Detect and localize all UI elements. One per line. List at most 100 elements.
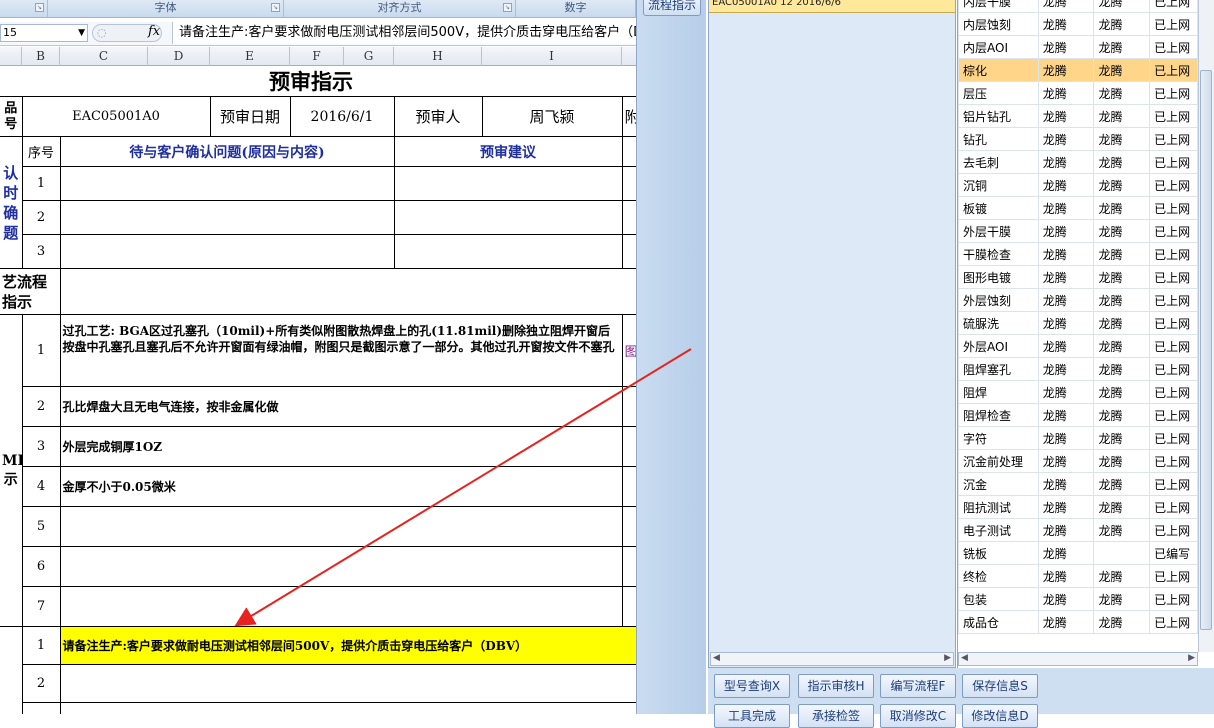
confirm-question-cell[interactable] xyxy=(59,166,395,201)
process-row[interactable]: 内层干膜 龙腾 龙腾 已上网 xyxy=(958,0,1198,13)
status-cell[interactable]: 已上网 xyxy=(1149,81,1198,105)
model-query-button[interactable]: 型号查询X xyxy=(714,674,790,698)
status-cell[interactable]: 已上网 xyxy=(1149,35,1198,59)
factory-cell[interactable]: 龙腾 xyxy=(1037,587,1095,611)
process-row[interactable]: 内层AOI 龙腾 龙腾 已上网 xyxy=(958,35,1198,59)
factory-cell[interactable]: 龙腾 xyxy=(1037,518,1095,542)
chevron-down-icon[interactable]: ▼ xyxy=(78,25,85,41)
mi-row-text[interactable] xyxy=(59,546,623,587)
dialog-launcher-icon[interactable]: ↘ xyxy=(271,3,280,12)
process-row[interactable]: 成品仓 龙腾 龙腾 已上网 xyxy=(958,610,1198,634)
process-row[interactable]: 外层AOI 龙腾 龙腾 已上网 xyxy=(958,334,1198,358)
note-row-text[interactable] xyxy=(59,702,636,714)
status-cell[interactable]: 已上网 xyxy=(1149,219,1198,243)
process-name-cell[interactable]: 层压 xyxy=(958,81,1039,105)
column-header[interactable]: C xyxy=(60,47,148,66)
status-cell[interactable]: 已上网 xyxy=(1149,127,1198,151)
factory-cell[interactable]: 龙腾 xyxy=(1037,334,1095,358)
factory-cell[interactable]: 龙腾 xyxy=(1037,104,1095,128)
factory2-cell[interactable]: 龙腾 xyxy=(1093,610,1151,634)
factory-cell[interactable]: 龙腾 xyxy=(1037,403,1095,427)
process-row[interactable]: 阻焊检查 龙腾 龙腾 已上网 xyxy=(958,403,1198,427)
factory2-cell[interactable]: 龙腾 xyxy=(1093,104,1151,128)
status-cell[interactable]: 已上网 xyxy=(1149,564,1198,588)
factory2-cell[interactable]: 龙腾 xyxy=(1093,403,1151,427)
status-cell[interactable]: 已上网 xyxy=(1149,288,1198,312)
factory-cell[interactable]: 龙腾 xyxy=(1037,81,1095,105)
factory2-cell[interactable]: 龙腾 xyxy=(1093,357,1151,381)
mi-row-text[interactable]: 过孔工艺: BGA区过孔塞孔（10mil)+所有类似附图散热焊盘上的孔(11.8… xyxy=(59,314,623,387)
process-name-cell[interactable]: 内层蚀刻 xyxy=(958,12,1039,36)
horizontal-scrollbar[interactable]: ◀ ▶ xyxy=(958,652,1198,666)
process-name-cell[interactable]: 阻抗测试 xyxy=(958,495,1039,519)
note-row-seq[interactable]: 1 xyxy=(21,626,61,665)
factory-cell[interactable]: 龙腾 xyxy=(1037,380,1095,404)
process-name-cell[interactable]: 沉铜 xyxy=(958,173,1039,197)
attachment-label[interactable]: 附 xyxy=(621,96,636,137)
factory-cell[interactable]: 龙腾 xyxy=(1037,219,1095,243)
factory-cell[interactable]: 龙腾 xyxy=(1037,127,1095,151)
mi-row-text[interactable]: 孔比焊盘大且无电气连接，按非金属化做 xyxy=(59,386,623,427)
process-name-cell[interactable]: 阻焊 xyxy=(958,380,1039,404)
mi-row-seq[interactable]: 6 xyxy=(21,546,61,587)
factory2-cell[interactable]: 龙腾 xyxy=(1093,58,1151,82)
column-header[interactable]: G xyxy=(344,47,394,66)
status-cell[interactable]: 已上网 xyxy=(1149,196,1198,220)
arrow-right-icon[interactable]: ▶ xyxy=(1188,653,1195,663)
factory2-cell[interactable]: 龙腾 xyxy=(1093,472,1151,496)
status-cell[interactable]: 已上网 xyxy=(1149,610,1198,634)
process-row[interactable]: 铝片钻孔 龙腾 龙腾 已上网 xyxy=(958,104,1198,128)
factory2-cell[interactable]: 龙腾 xyxy=(1093,288,1151,312)
process-name-cell[interactable]: 内层干膜 xyxy=(958,0,1039,13)
factory-cell[interactable]: 龙腾 xyxy=(1037,610,1095,634)
tool-complete-button[interactable]: 工具完成 xyxy=(714,704,790,728)
note-row-text-highlighted[interactable]: 请备注生产:客户要求做耐电压测试相邻层间500V，提供介质击穿电压给客户（DBV… xyxy=(59,626,636,665)
factory2-cell[interactable]: 龙腾 xyxy=(1093,150,1151,174)
factory-cell[interactable]: 龙腾 xyxy=(1037,150,1095,174)
factory2-cell[interactable]: 龙腾 xyxy=(1093,127,1151,151)
mi-row-seq[interactable]: 5 xyxy=(21,506,61,547)
arrow-right-icon[interactable]: ▶ xyxy=(944,653,951,663)
cell[interactable] xyxy=(621,506,636,547)
mi-row-seq[interactable]: 7 xyxy=(21,586,61,627)
process-name-cell[interactable]: 电子测试 xyxy=(958,518,1039,542)
note-row-seq[interactable]: 2 xyxy=(21,664,61,703)
factory-cell[interactable]: 龙腾 xyxy=(1037,242,1095,266)
factory-cell[interactable]: 龙腾 xyxy=(1037,58,1095,82)
dialog-launcher-icon[interactable]: ↘ xyxy=(503,3,512,12)
cell[interactable] xyxy=(621,386,636,427)
part-label[interactable]: 品号 xyxy=(0,96,23,137)
confirm-question-cell[interactable] xyxy=(59,200,395,235)
confirm-row-seq[interactable]: 2 xyxy=(21,200,61,235)
factory2-cell[interactable] xyxy=(1093,541,1151,565)
process-row[interactable]: 沉金 龙腾 龙腾 已上网 xyxy=(958,472,1198,496)
factory-cell[interactable]: 龙腾 xyxy=(1037,472,1095,496)
factory-cell[interactable]: 龙腾 xyxy=(1037,449,1095,473)
status-cell[interactable]: 已上网 xyxy=(1149,104,1198,128)
status-cell[interactable]: 已上网 xyxy=(1149,58,1198,82)
process-name-cell[interactable]: 外层蚀刻 xyxy=(958,288,1039,312)
process-name-cell[interactable]: 外层干膜 xyxy=(958,219,1039,243)
status-cell[interactable]: 已上网 xyxy=(1149,403,1198,427)
status-cell[interactable]: 已上网 xyxy=(1149,12,1198,36)
confirm-question-cell[interactable] xyxy=(59,234,395,269)
arrow-left-icon[interactable]: ◀ xyxy=(961,653,968,663)
confirm-suggest-cell[interactable] xyxy=(393,200,623,235)
process-name-cell[interactable]: 阻焊塞孔 xyxy=(958,357,1039,381)
flow-instruction-button[interactable]: 流程指示 xyxy=(643,0,701,16)
process-name-cell[interactable]: 沉金 xyxy=(958,472,1039,496)
status-cell[interactable]: 已上网 xyxy=(1149,472,1198,496)
status-cell[interactable]: 已上网 xyxy=(1149,357,1198,381)
status-cell[interactable]: 已上网 xyxy=(1149,587,1198,611)
cell[interactable] xyxy=(621,234,636,269)
mi-row-text[interactable]: 外层完成铜厚1OZ xyxy=(59,426,623,467)
factory-cell[interactable]: 龙腾 xyxy=(1037,311,1095,335)
process-name-cell[interactable]: 图形电镀 xyxy=(958,265,1039,289)
process-row[interactable]: 去毛刺 龙腾 龙腾 已上网 xyxy=(958,150,1198,174)
process-row[interactable]: 阻焊塞孔 龙腾 龙腾 已上网 xyxy=(958,357,1198,381)
mi-row-text[interactable] xyxy=(59,586,623,627)
arrow-left-icon[interactable]: ◀ xyxy=(713,653,720,663)
review-button[interactable]: 指示审核H xyxy=(798,674,874,698)
mi-row-seq[interactable]: 2 xyxy=(21,386,61,427)
save-button[interactable]: 保存信息S xyxy=(962,674,1038,698)
